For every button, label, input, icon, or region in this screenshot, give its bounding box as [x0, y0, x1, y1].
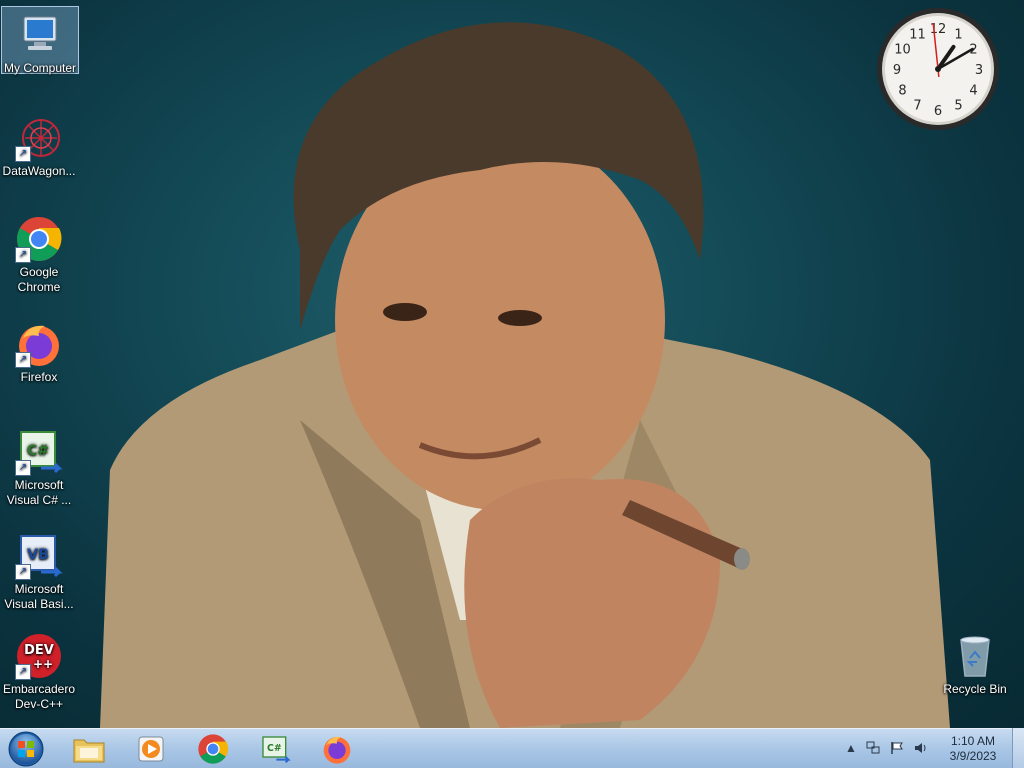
- clock-numeral: 4: [969, 84, 977, 99]
- system-tray: ▲ 1:10 AM 3/9/2023: [842, 729, 1012, 768]
- desktop-icon-label: Firefox: [20, 370, 58, 384]
- vb-icon: VB ↗: [15, 532, 63, 580]
- desktop[interactable]: My Computer ↗ DataWagon... ↗ Google Chro…: [0, 0, 1024, 728]
- clock-numeral: 9: [893, 63, 901, 78]
- desktop-icon-label: Microsoft Visual C# ...: [6, 478, 72, 507]
- desktop-icon-label: Recycle Bin: [943, 682, 1007, 696]
- clock-gadget[interactable]: 12 1234567891011: [876, 7, 1000, 131]
- desktop-icon-label: My Computer: [3, 61, 77, 75]
- clock-numeral: 6: [934, 104, 942, 119]
- desktop-icon-recycle-bin[interactable]: Recycle Bin: [937, 628, 1013, 697]
- clock-numeral: 11: [909, 27, 926, 42]
- taskbar-firefox-button[interactable]: [310, 731, 364, 767]
- folder-icon: [73, 739, 105, 763]
- clock-numeral: 3: [975, 63, 983, 78]
- taskbar-explorer-button[interactable]: [62, 731, 116, 767]
- desktop-icon-visual-basic[interactable]: VB ↗ Microsoft Visual Basi...: [1, 528, 77, 612]
- desktop-icon-firefox[interactable]: ↗ Firefox: [1, 316, 77, 385]
- datawagon-icon: ↗: [15, 114, 63, 162]
- taskbar-clock[interactable]: 1:10 AM 3/9/2023: [942, 734, 1004, 764]
- taskbar-visual-csharp-button[interactable]: C#: [248, 731, 302, 767]
- taskbar-date: 3/9/2023: [949, 749, 997, 763]
- clock-numeral: 1: [954, 27, 962, 42]
- clock-numeral: 12: [930, 22, 947, 37]
- desktop-icon-visual-csharp[interactable]: C# ↗ Microsoft Visual C# ...: [1, 424, 77, 508]
- clock-numeral: 10: [894, 43, 911, 58]
- clock-numeral: 5: [954, 99, 962, 114]
- svg-text:C#: C#: [27, 443, 49, 459]
- media-player-icon: [138, 736, 164, 762]
- computer-icon: [16, 11, 64, 59]
- recycle-bin-icon: [951, 632, 999, 680]
- svg-text:VB: VB: [27, 547, 49, 563]
- csharp-icon: C#: [262, 736, 291, 764]
- wallpaper-portrait: [100, 22, 950, 728]
- firefox-icon: [323, 736, 351, 764]
- show-desktop-button[interactable]: [1012, 728, 1024, 768]
- clock-numeral: 8: [898, 84, 906, 99]
- svg-text:DEV: DEV: [24, 643, 54, 658]
- network-icon[interactable]: [866, 741, 880, 755]
- show-hidden-icons-icon[interactable]: ▲: [844, 741, 858, 755]
- desktop-icon-my-computer[interactable]: My Computer: [1, 6, 79, 75]
- volume-icon[interactable]: [914, 741, 928, 755]
- desktop-icon-label: Microsoft Visual Basi...: [4, 582, 74, 611]
- taskbar-time: 1:10 AM: [950, 734, 996, 748]
- firefox-icon: ↗: [15, 320, 63, 368]
- desktop-icon-chrome[interactable]: ↗ Google Chrome: [1, 211, 77, 295]
- devcpp-icon: DEV ++ ↗: [15, 632, 63, 680]
- desktop-icon-label: Embarcadero Dev-C++: [2, 682, 76, 711]
- taskbar: C# ▲ 1:10 AM 3/9/2023: [0, 728, 1024, 768]
- chrome-icon: ↗: [15, 215, 63, 263]
- desktop-icon-devcpp[interactable]: DEV ++ ↗ Embarcadero Dev-C++: [1, 628, 77, 712]
- chrome-icon: [198, 734, 228, 764]
- desktop-icon-datawagon[interactable]: ↗ DataWagon...: [1, 110, 77, 179]
- action-center-flag-icon[interactable]: [890, 741, 904, 755]
- desktop-icon-label: Google Chrome: [17, 265, 61, 294]
- desktop-icon-label: DataWagon...: [2, 164, 76, 178]
- start-button[interactable]: [4, 730, 48, 768]
- svg-text:++: ++: [33, 657, 53, 671]
- svg-text:C#: C#: [267, 743, 282, 754]
- clock-numeral: 7: [913, 99, 921, 114]
- taskbar-media-player-button[interactable]: [124, 731, 178, 767]
- taskbar-chrome-button[interactable]: [186, 731, 240, 767]
- csharp-icon: C# ↗: [15, 428, 63, 476]
